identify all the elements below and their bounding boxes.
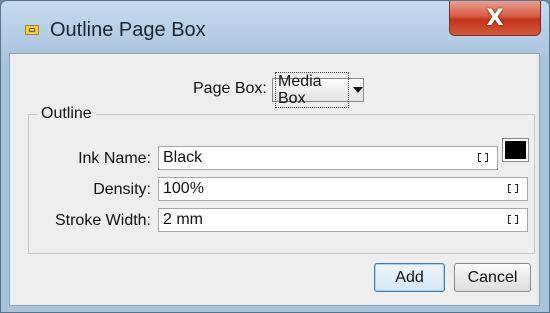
cancel-button[interactable]: Cancel bbox=[454, 263, 531, 292]
stroke-width-value: 2 mm bbox=[163, 211, 203, 228]
density-label: Density: bbox=[93, 181, 151, 198]
variable-bracket-icon[interactable] bbox=[478, 153, 488, 163]
density-value: 100% bbox=[163, 180, 204, 197]
add-button[interactable]: Add bbox=[374, 263, 445, 292]
page-box-dropdown[interactable]: Media Box bbox=[272, 72, 364, 108]
app-icon bbox=[25, 25, 39, 35]
stroke-width-label: Stroke Width: bbox=[54, 212, 151, 229]
density-field[interactable]: 100% bbox=[158, 177, 528, 201]
ink-name-field[interactable]: Black bbox=[158, 146, 498, 170]
variable-bracket-icon[interactable] bbox=[508, 215, 518, 225]
ink-color-swatch[interactable] bbox=[502, 138, 529, 162]
variable-bracket-icon[interactable] bbox=[508, 184, 518, 194]
dialog-window: Outline Page Box X Page Box: Media Box O… bbox=[0, 0, 550, 313]
stroke-width-field[interactable]: 2 mm bbox=[158, 208, 528, 232]
page-box-label: Page Box: bbox=[193, 80, 267, 97]
ink-name-label: Ink Name: bbox=[78, 150, 151, 167]
dialog-body: Page Box: Media Box Outline Ink Name: Bl… bbox=[9, 53, 540, 306]
title-bar[interactable]: Outline Page Box X bbox=[1, 1, 549, 53]
dropdown-arrow-icon bbox=[353, 87, 363, 93]
ink-color-fill bbox=[505, 141, 526, 159]
close-icon: X bbox=[486, 5, 504, 31]
outline-group-title: Outline bbox=[37, 105, 96, 123]
window-title: Outline Page Box bbox=[50, 19, 206, 41]
ink-name-value: Black bbox=[163, 149, 203, 166]
close-button[interactable]: X bbox=[449, 1, 541, 36]
page-box-selected-value: Media Box bbox=[275, 72, 349, 108]
